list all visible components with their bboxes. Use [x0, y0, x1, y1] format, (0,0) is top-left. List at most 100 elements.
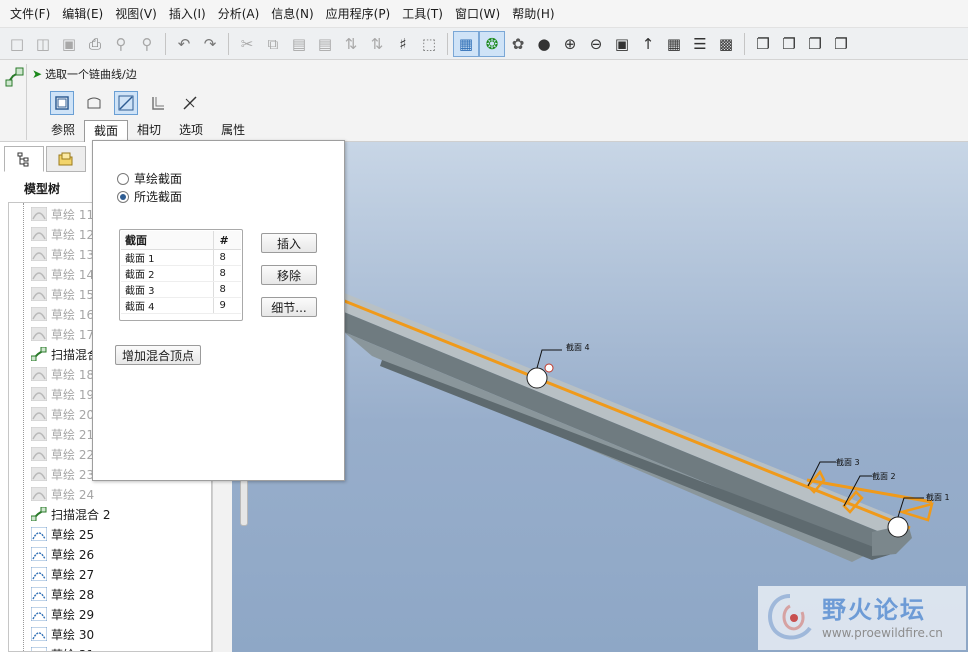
folder-browser-tab[interactable] [46, 146, 86, 172]
toolbar-separator [447, 32, 448, 55]
tree-item[interactable]: 草绘 30 [9, 624, 211, 644]
repaint-icon[interactable]: ▦ [453, 30, 479, 57]
selection-box-icon[interactable]: ⬚ [416, 31, 442, 57]
tree-item[interactable]: 草绘 26 [9, 544, 211, 564]
hidden-line-icon[interactable]: ❐ [776, 31, 802, 57]
swept-blend-icon [5, 67, 24, 87]
sketched-sections-radio[interactable] [117, 172, 129, 185]
thicken-icon[interactable] [146, 91, 170, 115]
section-label-4: 截面 4 [566, 343, 590, 352]
surface-option-icon[interactable] [82, 91, 106, 115]
mail-icon[interactable]: ⚲ [134, 31, 160, 57]
menu-view[interactable]: 视图(V) [109, 0, 163, 28]
section-4-start [544, 363, 554, 373]
tree-item-label: 草绘 25 [51, 527, 95, 542]
tree-item[interactable]: 草绘 24 [9, 484, 211, 504]
tree-item[interactable]: 草绘 31 [9, 644, 211, 651]
tab-sections[interactable]: 截面 [84, 120, 129, 142]
tree-item-label: 草绘 20 [51, 407, 95, 422]
sketched-sections-option[interactable]: 草绘截面 [117, 170, 182, 187]
table-row[interactable]: 截面 1 8 [121, 249, 241, 266]
menu-analysis[interactable]: 分析(A) [212, 0, 266, 28]
send-icon[interactable]: ⚲ [108, 31, 134, 57]
sketch-section-icon[interactable] [114, 91, 138, 115]
tree-item[interactable]: 草绘 29 [9, 604, 211, 624]
forum-url: www.proewildfire.cn [822, 626, 943, 640]
shading-icon[interactable]: ❐ [828, 31, 854, 57]
wireframe-icon[interactable]: ❐ [750, 31, 776, 57]
no-hidden-icon[interactable]: ❐ [802, 31, 828, 57]
insert-button[interactable]: 插入 [261, 233, 317, 253]
reorient-icon[interactable]: ↑ [635, 31, 661, 57]
paste-special-icon[interactable]: ▤ [312, 31, 338, 57]
sketch-icon [31, 327, 47, 341]
menu-applications[interactable]: 应用程序(P) [320, 0, 397, 28]
table-row[interactable]: 截面 4 9 [121, 297, 241, 314]
section-count-cell: 8 [212, 265, 241, 282]
saved-views-icon[interactable]: ▦ [661, 31, 687, 57]
regenerate-manager-icon[interactable]: ⇅ [364, 31, 390, 57]
model-tree-tab[interactable] [4, 146, 44, 172]
toolbar-separator [744, 32, 745, 55]
new-file-icon[interactable]: □ [4, 31, 30, 57]
selected-sections-radio[interactable] [117, 190, 129, 203]
zoom-out-icon[interactable]: ⊖ [583, 31, 609, 57]
undo-icon[interactable]: ↶ [171, 31, 197, 57]
add-blend-vertex-button[interactable]: 增加混合顶点 [115, 345, 201, 365]
cut-icon[interactable]: ✂ [234, 31, 260, 57]
menu-tools[interactable]: 工具(T) [396, 0, 449, 28]
table-row[interactable]: 截面 2 8 [121, 265, 241, 282]
shading-sphere-icon[interactable]: ● [531, 31, 557, 57]
sketch-icon [31, 467, 47, 481]
toolbar-separator [165, 32, 166, 55]
tree-item-label: 草绘 27 [51, 567, 95, 582]
tree-item[interactable]: 草绘 27 [9, 564, 211, 584]
section-count-cell: 8 [212, 281, 241, 298]
detail-button[interactable]: 细节... [261, 297, 317, 317]
table-row[interactable]: 截面 3 8 [121, 281, 241, 298]
section-label-2: 截面 2 [872, 472, 896, 481]
menu-window[interactable]: 窗口(W) [449, 0, 506, 28]
section-1-shape[interactable] [897, 502, 934, 522]
save-icon[interactable]: ▣ [56, 31, 82, 57]
section-4-marker[interactable] [526, 367, 548, 389]
tree-item-label: 草绘 28 [51, 587, 95, 602]
zoom-in-icon[interactable]: ⊕ [557, 31, 583, 57]
spin-center-icon[interactable]: ✿ [505, 31, 531, 57]
layers-icon[interactable]: ☰ [687, 31, 713, 57]
tree-item-label: 草绘 14 [51, 267, 95, 282]
solid-option-icon[interactable] [50, 91, 74, 115]
menu-info[interactable]: 信息(N) [265, 0, 319, 28]
menu-file[interactable]: 文件(F) [4, 0, 56, 28]
menu-insert[interactable]: 插入(I) [163, 0, 212, 28]
print-icon[interactable]: ⎙ [82, 31, 108, 57]
menu-edit[interactable]: 编辑(E) [56, 0, 109, 28]
tab-tangency[interactable]: 相切 [128, 120, 170, 142]
find-icon[interactable]: ♯ [390, 31, 416, 57]
model-tree-title: 模型树 [24, 182, 61, 196]
tab-references[interactable]: 参照 [42, 120, 84, 142]
section-name-cell: 截面 1 [121, 249, 213, 266]
remove-button[interactable]: 移除 [261, 265, 317, 285]
paste-icon[interactable]: ▤ [286, 31, 312, 57]
refit-icon[interactable]: ▣ [609, 31, 635, 57]
sketch-icon [31, 527, 47, 541]
view-manager-icon[interactable]: ▩ [713, 31, 739, 57]
tree-item-label: 草绘 16 [51, 307, 95, 322]
copy-icon[interactable]: ⧉ [260, 31, 286, 57]
tab-properties[interactable]: 属性 [212, 120, 254, 142]
tree-item[interactable]: 扫描混合 2 [9, 504, 211, 524]
tree-item[interactable]: 草绘 25 [9, 524, 211, 544]
selected-sections-option[interactable]: 所选截面 [117, 188, 182, 205]
redo-icon[interactable]: ↷ [197, 31, 223, 57]
datum-curve-icon[interactable]: ❂ [479, 30, 505, 57]
toolbar-separator [228, 32, 229, 55]
tab-options[interactable]: 选项 [170, 120, 212, 142]
menu-help[interactable]: 帮助(H) [506, 0, 560, 28]
open-folder-icon[interactable]: ◫ [30, 31, 56, 57]
remove-material-icon[interactable] [178, 91, 202, 115]
tree-item-label: 草绘 22 [51, 447, 95, 462]
section-1-marker[interactable] [887, 516, 909, 538]
tree-item[interactable]: 草绘 28 [9, 584, 211, 604]
regenerate-icon[interactable]: ⇅ [338, 31, 364, 57]
